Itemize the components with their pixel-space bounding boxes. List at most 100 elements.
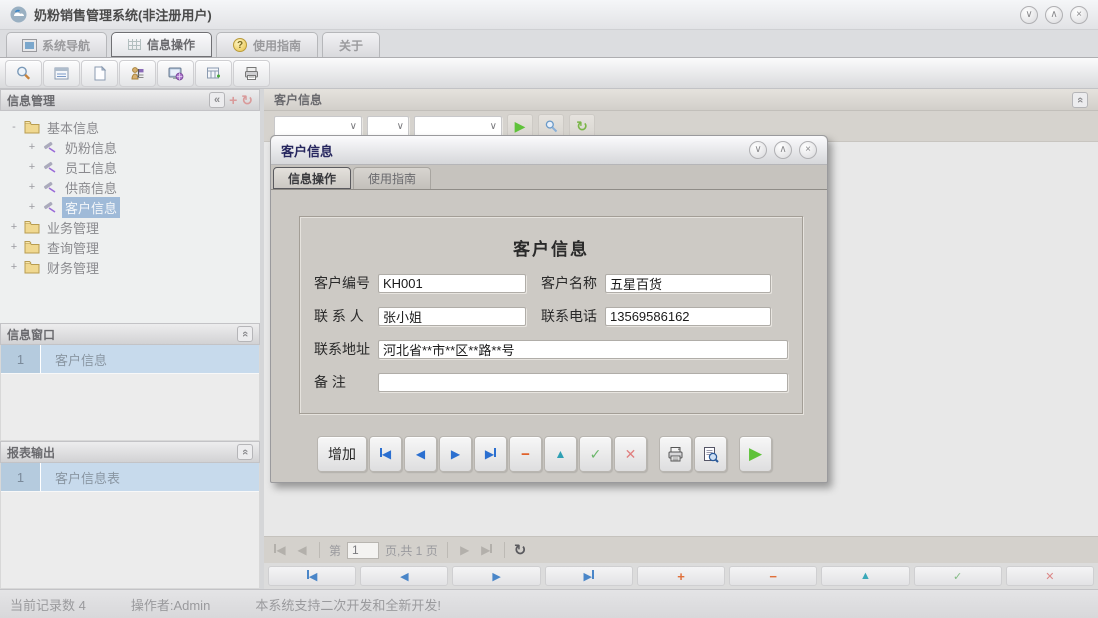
tab-about[interactable]: 关于 <box>322 32 380 57</box>
tab-info-operation[interactable]: 信息操作 <box>111 32 212 57</box>
customer-name-input[interactable] <box>605 274 771 293</box>
confirm-record-button[interactable]: ✓ <box>914 566 1002 586</box>
tree-label-selected[interactable]: 客户信息 <box>62 197 120 218</box>
dialog-titlebar[interactable]: 客户信息 ∨ ∧ × <box>271 136 827 165</box>
edit-record-button[interactable]: ▲ <box>821 566 909 586</box>
next-record-button[interactable]: ▶ <box>452 566 540 586</box>
cancel-button[interactable]: ✕ <box>614 436 647 472</box>
expander-icon[interactable]: + <box>26 161 38 173</box>
tree-item-finance-manage[interactable]: + 财务管理 <box>8 257 260 277</box>
filter-value-select[interactable]: ∨ <box>414 116 502 137</box>
first-record-button[interactable]: ◀ <box>369 436 402 472</box>
last-page-icon[interactable]: ▶ <box>479 543 495 557</box>
next-page-icon[interactable]: ▶ <box>457 543 473 557</box>
last-record-button[interactable]: ▶ <box>545 566 633 586</box>
customer-code-input[interactable] <box>378 274 526 293</box>
print-button[interactable] <box>659 436 692 472</box>
refresh-tree-icon[interactable]: ↻ <box>241 92 253 108</box>
dialog-tab-user-guide[interactable]: 使用指南 <box>353 167 431 189</box>
tree-label[interactable]: 供商信息 <box>62 177 120 198</box>
dialog-maximize-button[interactable]: ∧ <box>774 141 792 159</box>
window-minimize-button[interactable]: ∨ <box>1020 6 1038 24</box>
contact-person-input[interactable] <box>378 307 526 326</box>
monitor-button[interactable] <box>157 60 194 87</box>
next-record-button[interactable]: ▶ <box>439 436 472 472</box>
report-output-row[interactable]: 1 客户信息表 <box>1 463 259 492</box>
window-close-button[interactable]: × <box>1070 6 1088 24</box>
collapse-up-icon[interactable]: « <box>1072 92 1088 108</box>
print-preview-button[interactable] <box>694 436 727 472</box>
tree-label[interactable]: 奶粉信息 <box>62 137 120 158</box>
tree-item-query-manage[interactable]: + 查询管理 <box>8 237 260 257</box>
expander-icon[interactable]: + <box>26 181 38 193</box>
dialog-tab-info-operation[interactable]: 信息操作 <box>273 167 351 189</box>
expander-icon[interactable]: + <box>26 201 38 213</box>
delete-record-button[interactable]: − <box>729 566 817 586</box>
page-number-input[interactable] <box>347 542 379 559</box>
first-page-icon[interactable]: ◀ <box>272 543 288 557</box>
row-label[interactable]: 客户信息表 <box>41 463 259 491</box>
prev-record-button[interactable]: ◀ <box>404 436 437 472</box>
expander-icon[interactable]: + <box>8 241 20 253</box>
printer-button[interactable] <box>233 60 270 87</box>
system-nav-icon <box>23 40 36 51</box>
tree-item-business-manage[interactable]: + 业务管理 <box>8 217 260 237</box>
delete-record-button[interactable]: − <box>509 436 542 472</box>
tree-label[interactable]: 财务管理 <box>44 257 102 278</box>
add-node-icon[interactable]: + <box>229 92 237 108</box>
first-record-button[interactable]: ◀ <box>268 566 356 586</box>
run-button[interactable]: ▶ <box>739 436 772 472</box>
info-window-row[interactable]: 1 客户信息 <box>1 345 259 374</box>
dialog-close-button[interactable]: × <box>799 141 817 159</box>
tree-label[interactable]: 员工信息 <box>62 157 120 178</box>
collapse-up-icon[interactable]: « <box>237 444 253 460</box>
tree-item-milk-info[interactable]: + 奶粉信息 <box>8 137 260 157</box>
last-icon: ▶ <box>584 570 594 583</box>
magnifier-icon <box>544 119 559 134</box>
refresh-grid-icon[interactable]: ↻ <box>514 541 527 559</box>
user-report-button[interactable] <box>119 60 156 87</box>
collapse-left-icon[interactable]: « <box>209 92 225 108</box>
table-export-button[interactable] <box>195 60 232 87</box>
expander-icon[interactable]: + <box>26 141 38 153</box>
tree-label[interactable]: 业务管理 <box>44 217 102 238</box>
cancel-record-button[interactable]: ✕ <box>1006 566 1094 586</box>
last-record-button[interactable]: ▶ <box>474 436 507 472</box>
form-view-button[interactable] <box>43 60 80 87</box>
expander-icon[interactable]: + <box>8 261 20 273</box>
document-button[interactable] <box>81 60 118 87</box>
expander-icon[interactable]: - <box>8 121 20 133</box>
search-button[interactable] <box>5 60 42 87</box>
tree-label[interactable]: 基本信息 <box>44 117 102 138</box>
tree-item-supplier-info[interactable]: + 供商信息 <box>8 177 260 197</box>
tree-item-customer-info[interactable]: + 客户信息 <box>8 197 260 217</box>
remark-input[interactable] <box>378 373 788 392</box>
info-window-list: 1 客户信息 <box>0 345 260 441</box>
contact-phone-input[interactable] <box>605 307 771 326</box>
tab-label: 系统导航 <box>42 37 90 54</box>
tab-system-nav[interactable]: 系统导航 <box>6 32 107 57</box>
tree-label[interactable]: 查询管理 <box>44 237 102 258</box>
filter-field-select[interactable]: ∨ <box>274 116 362 137</box>
contact-address-input[interactable] <box>378 340 788 359</box>
edit-record-button[interactable]: ▲ <box>544 436 577 472</box>
add-button[interactable]: 增加 <box>317 436 367 472</box>
prev-record-button[interactable]: ◀ <box>360 566 448 586</box>
filter-operator-select[interactable]: ∨ <box>367 116 409 137</box>
tab-user-guide[interactable]: ? 使用指南 <box>216 32 318 57</box>
expander-icon[interactable]: + <box>8 221 20 233</box>
tree-item-basic-info[interactable]: - 基本信息 <box>8 117 260 137</box>
record-nav-toolbar: ◀ ◀ ▶ ▶ + − ▲ ✓ ✕ <box>264 563 1098 589</box>
dialog-minimize-button[interactable]: ∨ <box>749 141 767 159</box>
confirm-button[interactable]: ✓ <box>579 436 612 472</box>
window-maximize-button[interactable]: ∧ <box>1045 6 1063 24</box>
collapse-up-icon[interactable]: « <box>237 326 253 342</box>
tab-label: 信息操作 <box>147 36 195 53</box>
row-label[interactable]: 客户信息 <box>41 345 259 373</box>
first-icon: ◀ <box>380 447 391 461</box>
folder-icon <box>24 240 40 254</box>
prev-icon: ◀ <box>400 570 408 583</box>
prev-page-icon[interactable]: ◀ <box>294 543 310 557</box>
add-record-button[interactable]: + <box>637 566 725 586</box>
tree-item-employee-info[interactable]: + 员工信息 <box>8 157 260 177</box>
